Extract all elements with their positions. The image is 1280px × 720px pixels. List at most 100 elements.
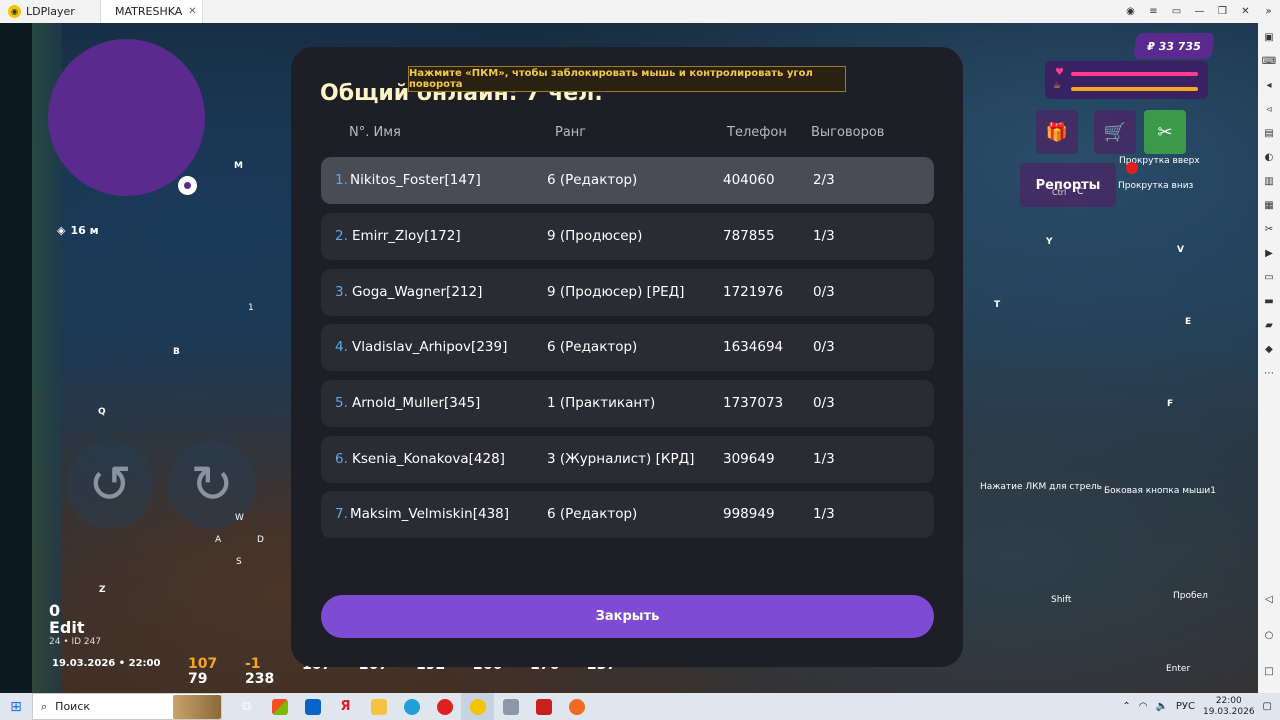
record-icon[interactable]: ◐ — [1261, 149, 1277, 165]
location-icon[interactable]: ◆ — [1261, 341, 1277, 357]
calendar-icon[interactable] — [527, 693, 560, 720]
table-row[interactable]: 6. Ksenia_Konakova[428] 3 (Журналист) [К… — [321, 436, 934, 483]
edge-icon[interactable] — [395, 693, 428, 720]
task-view-icon[interactable]: ⧉ — [230, 693, 263, 720]
search-placeholder: Поиск — [55, 700, 91, 713]
start-tiles-icon[interactable] — [263, 693, 296, 720]
apk-icon[interactable]: ▭ — [1261, 269, 1277, 285]
side-mouse-hint: Боковая кнопка мыши1 — [1104, 486, 1216, 496]
language-indicator[interactable]: РУС — [1176, 701, 1195, 712]
key-hint-one: 1 — [248, 303, 254, 313]
row-number: 2. — [335, 228, 348, 244]
table-row[interactable]: 2. Emirr_Zloy[172] 9 (Продюсер) 787855 1… — [321, 213, 934, 260]
minimap — [48, 39, 205, 196]
row-rank: 3 (Журналист) [КРД] — [547, 451, 695, 467]
row-rank: 6 (Редактор) — [547, 172, 638, 188]
files-icon[interactable] — [494, 693, 527, 720]
tray-chevron-icon[interactable]: ⌃ — [1122, 701, 1130, 712]
minimize-icon[interactable]: — — [1188, 0, 1211, 23]
folder-icon[interactable] — [362, 693, 395, 720]
table-row[interactable]: 7. Maksim_Velmiskin[438] 6 (Редактор) 99… — [321, 491, 934, 538]
action-button[interactable]: ✂ — [1144, 110, 1186, 154]
recent-apps-icon[interactable]: □ — [1261, 663, 1277, 679]
video-icon[interactable]: ▶ — [1261, 245, 1277, 261]
clock-date: 19.03.2026 — [1203, 706, 1255, 717]
sync-icon[interactable]: ✂ — [1261, 221, 1277, 237]
tool-icon: ✂ — [1157, 121, 1173, 143]
user-icon[interactable]: ◉ — [1119, 0, 1142, 23]
row-phone: 787855 — [723, 228, 775, 244]
key-hint-w: W — [235, 513, 244, 523]
home-icon[interactable]: ○ — [1261, 627, 1277, 643]
app-tab[interactable]: ◉ LDPlayer — [0, 0, 100, 23]
shop-button[interactable]: 🛒 — [1094, 110, 1136, 154]
stat-bottom: 238 — [245, 671, 275, 687]
row-name: Nikitos_Foster[147] — [350, 172, 481, 188]
folder-icon[interactable]: ▰ — [1261, 317, 1277, 333]
screenshot-icon[interactable]: ▤ — [1261, 125, 1277, 141]
distance-indicator: ◈ 16 м — [57, 224, 99, 237]
operation-icon[interactable]: ▦ — [1261, 197, 1277, 213]
table-row[interactable]: 3. Goga_Wagner[212] 9 (Продюсер) [РЕД] 1… — [321, 269, 934, 316]
game-icon[interactable] — [560, 693, 593, 720]
minimize-small-icon[interactable]: ▭ — [1165, 0, 1188, 23]
game-tab[interactable]: MATRESHKA ✕ — [100, 0, 203, 23]
volume-icon[interactable]: 🔈 — [1155, 701, 1167, 712]
row-rank: 9 (Продюсер) [РЕД] — [547, 284, 685, 300]
reports-button[interactable]: Репорты — [1020, 163, 1116, 207]
expand-icon[interactable]: » — [1257, 0, 1280, 23]
row-rank: 9 (Продюсер) — [547, 228, 643, 244]
tab-close-icon[interactable]: ✕ — [188, 6, 196, 17]
row-phone: 1721976 — [723, 284, 784, 300]
notifications-icon[interactable]: ▢ — [1263, 701, 1272, 712]
keyboard-icon[interactable]: ⌨ — [1261, 53, 1277, 69]
clock[interactable]: 22:00 19.03.2026 — [1203, 696, 1255, 718]
gamepad-icon[interactable]: ▣ — [1261, 29, 1277, 45]
key-hint-ctrl: Ctrl — [1052, 188, 1067, 197]
clock-time: 22:00 — [1215, 695, 1242, 706]
close-button[interactable]: Закрыть — [321, 595, 934, 638]
yandex-icon[interactable]: Я — [329, 693, 362, 720]
key-hint-b: B — [173, 347, 180, 357]
mouse-lock-hint: Нажмите «ПКМ», чтобы заблокировать мышь … — [408, 66, 846, 92]
fullscreen-icon[interactable]: ▥ — [1261, 173, 1277, 189]
table-row[interactable]: 4. Vladislav_Arhipov[239] 6 (Редактор) 1… — [321, 324, 934, 371]
close-window-icon[interactable]: ✕ — [1234, 0, 1257, 23]
shared-folder-icon[interactable]: ▬ — [1261, 293, 1277, 309]
row-name: Vladislav_Arhipov[239] — [352, 339, 508, 355]
back-icon[interactable]: ◁ — [1261, 591, 1277, 607]
key-hint-q: Q — [98, 407, 106, 417]
rotate-left-button[interactable]: ↺ — [66, 441, 154, 529]
volume-down-icon[interactable]: ◃ — [1261, 101, 1277, 117]
ldplayer-icon[interactable] — [461, 693, 494, 720]
wifi-icon[interactable]: ◠ — [1139, 701, 1148, 712]
key-hint-t: T — [994, 300, 1001, 310]
key-hint-e: E — [1185, 317, 1192, 327]
row-name: Goga_Wagner[212] — [352, 284, 483, 300]
volume-up-icon[interactable]: ◂ — [1261, 77, 1277, 93]
more-icon[interactable]: ⋯ — [1261, 365, 1277, 381]
stat-item: -1 238 — [245, 657, 302, 687]
close-button-label: Закрыть — [595, 609, 660, 624]
yandex-browser-icon[interactable] — [428, 693, 461, 720]
row-name: Maksim_Velmiskin[438] — [350, 506, 510, 522]
windows-start-icon[interactable]: ⊞ — [0, 693, 32, 720]
status-panel: ♥ ☕ — [1045, 61, 1208, 99]
outlook-icon[interactable] — [296, 693, 329, 720]
column-header-warnings: Выговоров — [811, 125, 885, 140]
key-hint-d: D — [257, 535, 264, 545]
restore-icon[interactable]: ❐ — [1211, 0, 1234, 23]
table-row[interactable]: 1. Nikitos_Foster[147] 6 (Редактор) 4040… — [321, 157, 934, 204]
table-row[interactable]: 5. Arnold_Muller[345] 1 (Практикант) 173… — [321, 380, 934, 427]
gift-button[interactable]: 🎁 — [1036, 110, 1078, 154]
taskbar-search[interactable]: ⌕ Поиск — [32, 693, 222, 720]
notification-dot — [1126, 162, 1138, 174]
row-warnings: 1/3 — [813, 228, 835, 244]
key-hint-f: F — [1167, 399, 1174, 409]
key-hint-a: A — [215, 535, 222, 545]
map-pin-icon — [178, 176, 197, 195]
space-hint: Пробел — [1173, 591, 1208, 601]
stat-top: 107 — [188, 656, 218, 672]
menu-icon[interactable]: ≡ — [1142, 0, 1165, 23]
gift-icon: 🎁 — [1045, 121, 1069, 143]
